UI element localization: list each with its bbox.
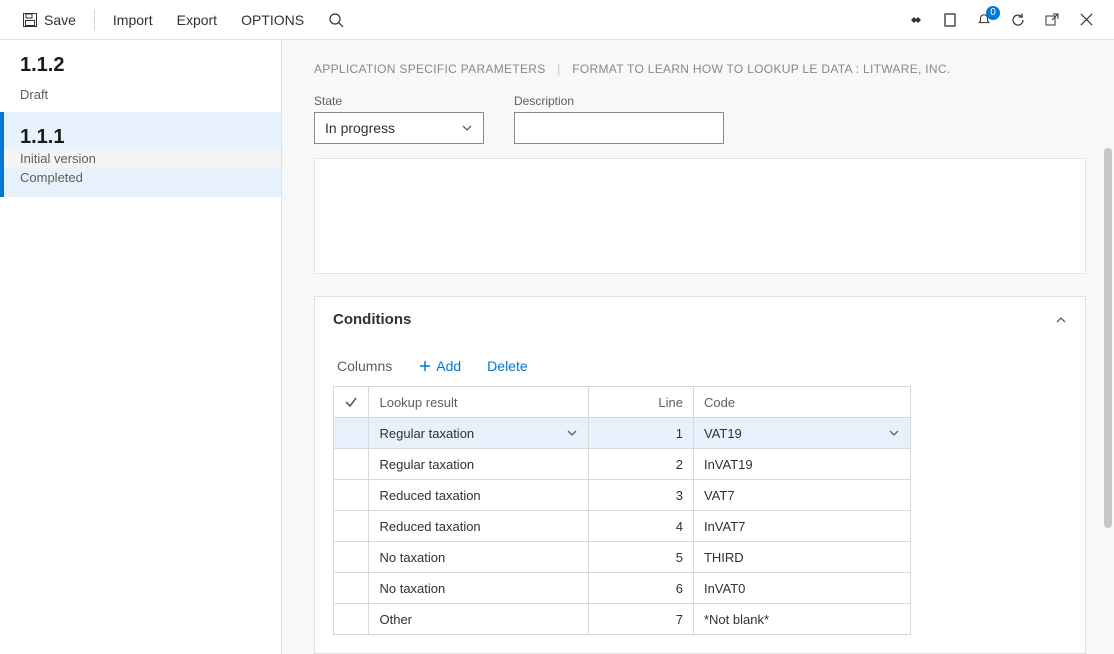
- toolbar: Save Import Export OPTIONS 0: [0, 0, 1114, 40]
- row-check-cell[interactable]: [334, 449, 369, 480]
- main-area: APPLICATION SPECIFIC PARAMETERS | FORMAT…: [282, 40, 1114, 654]
- code-cell[interactable]: InVAT19: [693, 449, 910, 480]
- table-row[interactable]: No taxation6InVAT0: [334, 573, 911, 604]
- state-value: In progress: [325, 120, 395, 136]
- row-check-cell[interactable]: [334, 418, 369, 449]
- grid-header-line[interactable]: Line: [588, 387, 693, 418]
- lookup-cell[interactable]: Other: [369, 604, 588, 635]
- row-check-cell[interactable]: [334, 542, 369, 573]
- state-select[interactable]: In progress: [314, 112, 484, 144]
- description-label: Description: [514, 94, 724, 108]
- version-sidebar: 1.1.2 Draft 1.1.1 Initial version Comple…: [0, 40, 282, 654]
- breadcrumb: APPLICATION SPECIFIC PARAMETERS | FORMAT…: [314, 62, 1086, 76]
- code-cell[interactable]: InVAT7: [693, 511, 910, 542]
- lookup-cell[interactable]: No taxation: [369, 573, 588, 604]
- lookup-cell[interactable]: Reduced taxation: [369, 480, 588, 511]
- conditions-panel: Conditions Columns Add Delete: [314, 296, 1086, 654]
- version-detail: Completed: [20, 168, 261, 187]
- chevron-down-icon: [461, 122, 473, 134]
- check-icon: [344, 395, 358, 409]
- connector-icon[interactable]: [908, 12, 924, 28]
- line-cell: 1: [588, 418, 693, 449]
- toolbar-separator: [94, 10, 95, 30]
- line-cell: 7: [588, 604, 693, 635]
- office-icon[interactable]: [942, 12, 958, 28]
- version-detail: Initial version: [4, 149, 281, 168]
- lookup-cell[interactable]: Regular taxation: [369, 449, 588, 480]
- row-check-cell[interactable]: [334, 573, 369, 604]
- code-cell[interactable]: THIRD: [693, 542, 910, 573]
- code-cell[interactable]: InVAT0: [693, 573, 910, 604]
- search-button[interactable]: [318, 8, 354, 32]
- notifications-icon[interactable]: 0: [976, 12, 992, 28]
- search-icon: [328, 12, 344, 28]
- save-label: Save: [44, 12, 76, 28]
- table-row[interactable]: Other7*Not blank*: [334, 604, 911, 635]
- line-cell: 6: [588, 573, 693, 604]
- version-status: Draft: [20, 87, 261, 102]
- state-field: State In progress: [314, 94, 484, 144]
- description-input[interactable]: [514, 112, 724, 144]
- chevron-up-icon: [1055, 314, 1067, 326]
- row-check-cell[interactable]: [334, 511, 369, 542]
- columns-button[interactable]: Columns: [337, 358, 392, 374]
- breadcrumb-separator: |: [557, 62, 560, 76]
- row-check-cell[interactable]: [334, 480, 369, 511]
- lookup-cell[interactable]: Regular taxation: [369, 418, 588, 449]
- refresh-icon[interactable]: [1010, 12, 1026, 28]
- delete-button[interactable]: Delete: [487, 358, 527, 374]
- form-row: State In progress Description: [314, 94, 1086, 144]
- scrollbar[interactable]: [1104, 148, 1112, 528]
- breadcrumb-part: FORMAT TO LEARN HOW TO LOOKUP LE DATA : …: [572, 62, 950, 76]
- close-icon[interactable]: [1078, 12, 1094, 28]
- grid-header-code[interactable]: Code: [693, 387, 910, 418]
- grid-header-lookup[interactable]: Lookup result: [369, 387, 588, 418]
- code-cell[interactable]: *Not blank*: [693, 604, 910, 635]
- import-button[interactable]: Import: [103, 8, 163, 32]
- notifications-badge: 0: [986, 6, 1000, 20]
- version-number: 1.1.2: [20, 54, 261, 77]
- conditions-header[interactable]: Conditions: [315, 297, 1085, 342]
- description-field: Description: [514, 94, 724, 144]
- conditions-title: Conditions: [333, 311, 411, 328]
- export-button[interactable]: Export: [167, 8, 227, 32]
- save-icon: [22, 12, 38, 28]
- chevron-down-icon: [888, 427, 900, 439]
- breadcrumb-part: APPLICATION SPECIFIC PARAMETERS: [314, 62, 546, 76]
- line-cell: 3: [588, 480, 693, 511]
- lookup-cell[interactable]: No taxation: [369, 542, 588, 573]
- line-cell: 2: [588, 449, 693, 480]
- upper-panel: [314, 158, 1086, 274]
- table-row[interactable]: No taxation5THIRD: [334, 542, 911, 573]
- grid-header-check[interactable]: [334, 387, 369, 418]
- conditions-grid: Lookup result Line Code Regular taxation…: [333, 386, 911, 635]
- version-item[interactable]: 1.1.2 Draft: [0, 40, 281, 112]
- table-row[interactable]: Regular taxation1VAT19: [334, 418, 911, 449]
- row-check-cell[interactable]: [334, 604, 369, 635]
- lookup-cell[interactable]: Reduced taxation: [369, 511, 588, 542]
- line-cell: 4: [588, 511, 693, 542]
- plus-icon: [418, 359, 432, 373]
- grid-toolbar: Columns Add Delete: [333, 350, 1067, 386]
- line-cell: 5: [588, 542, 693, 573]
- state-label: State: [314, 94, 484, 108]
- version-number: 1.1.1: [20, 126, 261, 149]
- table-row[interactable]: Reduced taxation3VAT7: [334, 480, 911, 511]
- options-button[interactable]: OPTIONS: [231, 8, 314, 32]
- code-cell[interactable]: VAT19: [693, 418, 910, 449]
- titlebar-icons: 0: [908, 12, 1102, 28]
- chevron-down-icon: [566, 427, 578, 439]
- version-item-selected[interactable]: 1.1.1 Initial version Completed: [0, 112, 281, 197]
- code-cell[interactable]: VAT7: [693, 480, 910, 511]
- save-button[interactable]: Save: [12, 8, 86, 32]
- conditions-body: Columns Add Delete Lookup result: [315, 342, 1085, 653]
- table-row[interactable]: Regular taxation2InVAT19: [334, 449, 911, 480]
- popout-icon[interactable]: [1044, 12, 1060, 28]
- table-row[interactable]: Reduced taxation4InVAT7: [334, 511, 911, 542]
- add-button[interactable]: Add: [418, 358, 461, 374]
